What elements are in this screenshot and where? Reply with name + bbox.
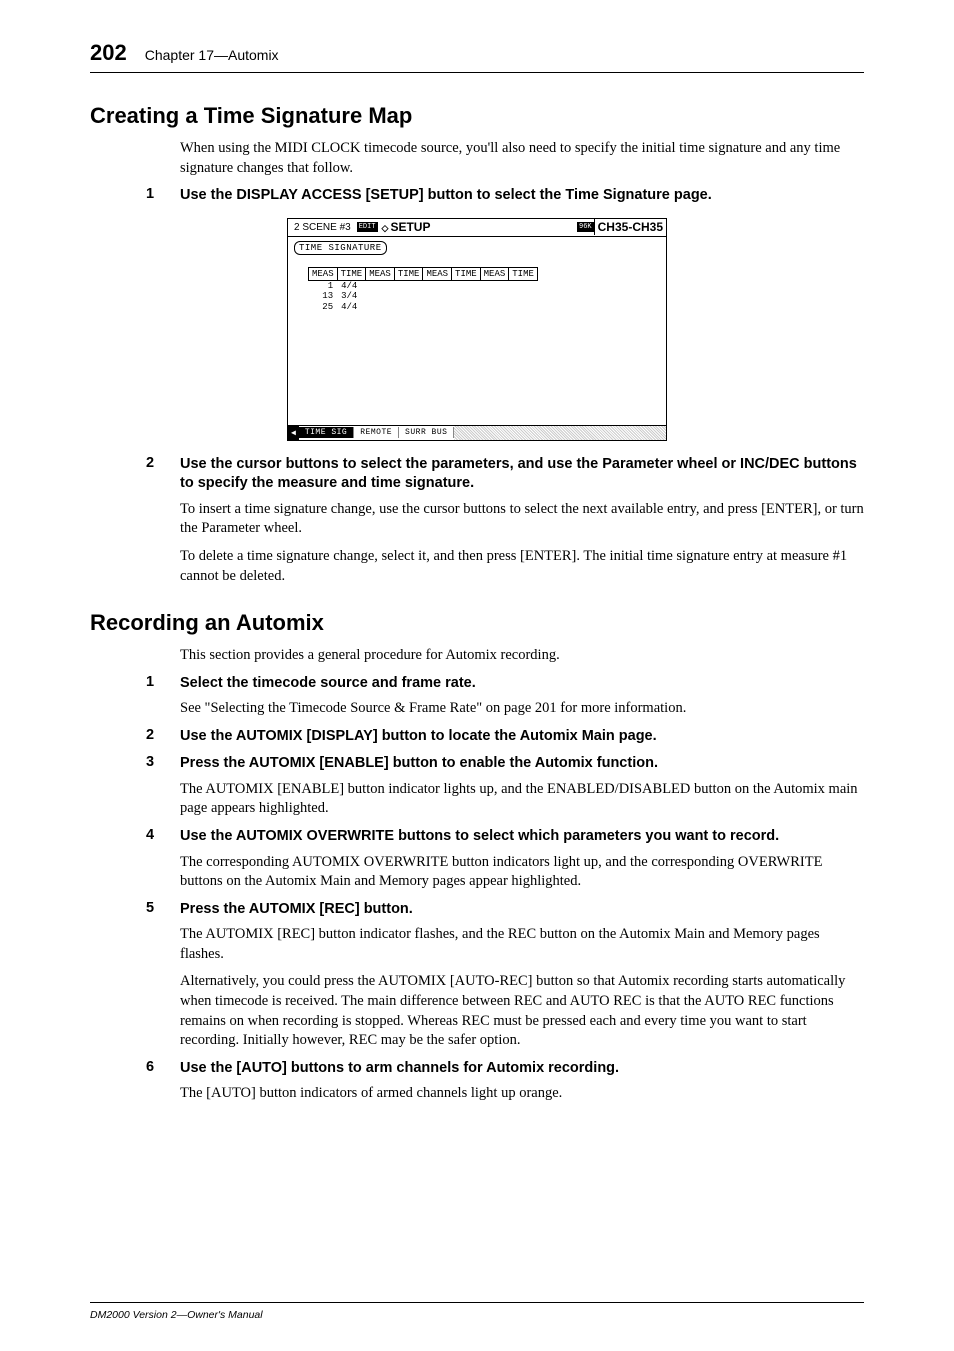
col-header: MEAS bbox=[423, 267, 452, 280]
ch-icon: 96K bbox=[577, 222, 594, 232]
meas-cell: 13 bbox=[309, 291, 338, 302]
step-2-5: 5 Press the AUTOMIX [REC] button. bbox=[146, 900, 864, 920]
step-number: 1 bbox=[146, 674, 180, 694]
step-body: See "Selecting the Timecode Source & Fra… bbox=[180, 699, 864, 719]
tab-filler bbox=[454, 426, 666, 440]
time-cell: 4/4 bbox=[337, 280, 366, 291]
step-number: 2 bbox=[146, 455, 180, 494]
step-number: 1 bbox=[146, 186, 180, 206]
step-text: Use the [AUTO] buttons to arm channels f… bbox=[180, 1059, 864, 1079]
step-number: 5 bbox=[146, 900, 180, 920]
step-body: The AUTOMIX [REC] button indicator flash… bbox=[180, 925, 864, 964]
lcd-body: TIME SIGNATURE MEAS TIME MEAS TIME MEAS … bbox=[288, 237, 666, 425]
time-signature-table: MEAS TIME MEAS TIME MEAS TIME MEAS TIME … bbox=[308, 267, 538, 314]
scene-label: 2 SCENE #3 bbox=[288, 220, 357, 235]
step-body: The [AUTO] button indicators of armed ch… bbox=[180, 1084, 864, 1104]
step-body: Alternatively, you could press the AUTOM… bbox=[180, 972, 864, 1050]
channel-range: CH35-CH35 bbox=[594, 219, 666, 235]
col-header: MEAS bbox=[366, 267, 395, 280]
step-number: 6 bbox=[146, 1059, 180, 1079]
heading-time-signature-map: Creating a Time Signature Map bbox=[90, 103, 864, 129]
tab-arrow-left-icon[interactable]: ◀ bbox=[288, 426, 299, 440]
step-text: Use the AUTOMIX [DISPLAY] button to loca… bbox=[180, 727, 864, 747]
tab-surr-bus[interactable]: SURR BUS bbox=[399, 427, 454, 438]
time-cell: 4/4 bbox=[337, 302, 366, 313]
step-2-2: 2 Use the AUTOMIX [DISPLAY] button to lo… bbox=[146, 727, 864, 747]
lcd-screenshot: 2 SCENE #3 EDIT ◇SETUP 96K CH35-CH35 TIM… bbox=[90, 218, 864, 441]
section2-intro: This section provides a general procedur… bbox=[180, 646, 864, 666]
tab-time-sig[interactable]: TIME SIG bbox=[299, 427, 354, 438]
step-text: Use the AUTOMIX OVERWRITE buttons to sel… bbox=[180, 827, 864, 847]
table-header-row: MEAS TIME MEAS TIME MEAS TIME MEAS TIME bbox=[309, 267, 538, 280]
step-text: Use the cursor buttons to select the par… bbox=[180, 455, 864, 494]
step-1-2: 2 Use the cursor buttons to select the p… bbox=[146, 455, 864, 494]
step-2-3: 3 Press the AUTOMIX [ENABLE] button to e… bbox=[146, 754, 864, 774]
step-2-1: 1 Select the timecode source and frame r… bbox=[146, 674, 864, 694]
col-header: MEAS bbox=[480, 267, 509, 280]
time-signature-box: TIME SIGNATURE bbox=[294, 241, 387, 255]
step-text: Press the AUTOMIX [REC] button. bbox=[180, 900, 864, 920]
meas-cell: 25 bbox=[309, 302, 338, 313]
table-row: 13 3/4 bbox=[309, 291, 538, 302]
setup-label: ◇SETUP bbox=[382, 220, 574, 234]
step-text: Press the AUTOMIX [ENABLE] button to ena… bbox=[180, 754, 864, 774]
lcd-titlebar: 2 SCENE #3 EDIT ◇SETUP 96K CH35-CH35 bbox=[288, 219, 666, 237]
step-1-1: 1 Use the DISPLAY ACCESS [SETUP] button … bbox=[146, 186, 864, 206]
col-header: TIME bbox=[337, 267, 366, 280]
step-number: 2 bbox=[146, 727, 180, 747]
col-header: TIME bbox=[509, 267, 538, 280]
table-row: 25 4/4 bbox=[309, 302, 538, 313]
section1-intro: When using the MIDI CLOCK timecode sourc… bbox=[180, 139, 864, 178]
step-number: 4 bbox=[146, 827, 180, 847]
step-body: The corresponding AUTOMIX OVERWRITE butt… bbox=[180, 853, 864, 892]
col-header: TIME bbox=[452, 267, 481, 280]
step-number: 3 bbox=[146, 754, 180, 774]
lcd-tabs: ◀ TIME SIG REMOTE SURR BUS bbox=[288, 425, 666, 440]
step-body: To delete a time signature change, selec… bbox=[180, 547, 864, 586]
tab-remote[interactable]: REMOTE bbox=[354, 427, 399, 438]
diamond-icon: ◇ bbox=[382, 223, 389, 233]
meas-cell: 1 bbox=[309, 280, 338, 291]
edit-icon: EDIT bbox=[357, 222, 378, 232]
col-header: TIME bbox=[394, 267, 423, 280]
page-header: 202 Chapter 17—Automix bbox=[90, 40, 864, 73]
page-footer: DM2000 Version 2—Owner's Manual bbox=[90, 1302, 864, 1321]
step-2-4: 4 Use the AUTOMIX OVERWRITE buttons to s… bbox=[146, 827, 864, 847]
step-text: Select the timecode source and frame rat… bbox=[180, 674, 864, 694]
heading-recording-automix: Recording an Automix bbox=[90, 610, 864, 636]
col-header: MEAS bbox=[309, 267, 338, 280]
step-body: To insert a time signature change, use t… bbox=[180, 500, 864, 539]
step-body: The AUTOMIX [ENABLE] button indicator li… bbox=[180, 780, 864, 819]
step-text: Use the DISPLAY ACCESS [SETUP] button to… bbox=[180, 186, 864, 206]
lcd-panel: 2 SCENE #3 EDIT ◇SETUP 96K CH35-CH35 TIM… bbox=[287, 218, 667, 441]
chapter-title: Chapter 17—Automix bbox=[145, 47, 279, 63]
page-number: 202 bbox=[90, 40, 127, 66]
time-cell: 3/4 bbox=[337, 291, 366, 302]
table-row: 1 4/4 bbox=[309, 280, 538, 291]
step-2-6: 6 Use the [AUTO] buttons to arm channels… bbox=[146, 1059, 864, 1079]
